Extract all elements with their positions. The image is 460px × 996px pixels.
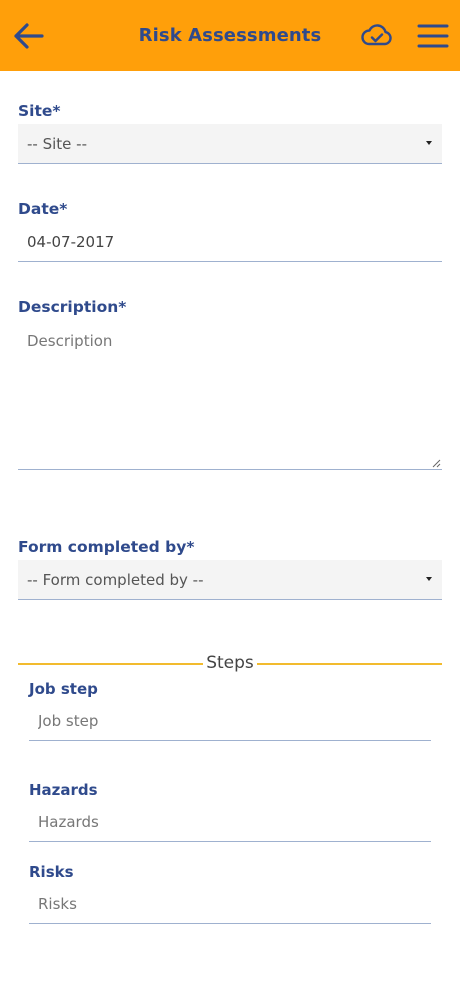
- dropdown-caret-icon: [426, 141, 432, 145]
- site-label: Site*: [18, 102, 61, 120]
- description-label: Description*: [18, 298, 127, 316]
- resize-grip-icon[interactable]: [431, 458, 441, 468]
- cloud-check-icon: [361, 24, 392, 46]
- completed-by-select-value: -- Form completed by --: [27, 570, 204, 589]
- risks-label: Risks: [29, 863, 74, 881]
- site-select-value: -- Site --: [27, 134, 87, 153]
- steps-divider-right: [257, 663, 442, 665]
- job-step-label: Job step: [29, 680, 98, 698]
- date-label: Date*: [18, 200, 68, 218]
- page-title: Risk Assessments: [138, 25, 322, 46]
- hazards-label: Hazards: [29, 781, 98, 799]
- sync-button[interactable]: [360, 22, 394, 50]
- arrow-left-icon: [14, 23, 44, 49]
- app-header: Risk Assessments: [0, 0, 460, 71]
- hazards-field[interactable]: [29, 802, 431, 842]
- hamburger-menu-icon: [417, 24, 449, 48]
- back-button[interactable]: [12, 20, 46, 52]
- steps-divider-left: [18, 663, 203, 665]
- dropdown-caret-icon: [426, 577, 432, 581]
- site-select[interactable]: -- Site --: [18, 124, 442, 164]
- steps-heading: Steps: [206, 653, 254, 673]
- app-screen: Risk Assessments Site* -- Site -- Date* …: [0, 0, 460, 996]
- completed-by-select[interactable]: -- Form completed by --: [18, 560, 442, 600]
- description-textarea[interactable]: [18, 320, 442, 470]
- completed-by-label: Form completed by*: [18, 538, 195, 556]
- risks-field[interactable]: [29, 884, 431, 924]
- date-field[interactable]: [18, 222, 442, 262]
- menu-button[interactable]: [416, 22, 450, 50]
- job-step-field[interactable]: [29, 701, 431, 741]
